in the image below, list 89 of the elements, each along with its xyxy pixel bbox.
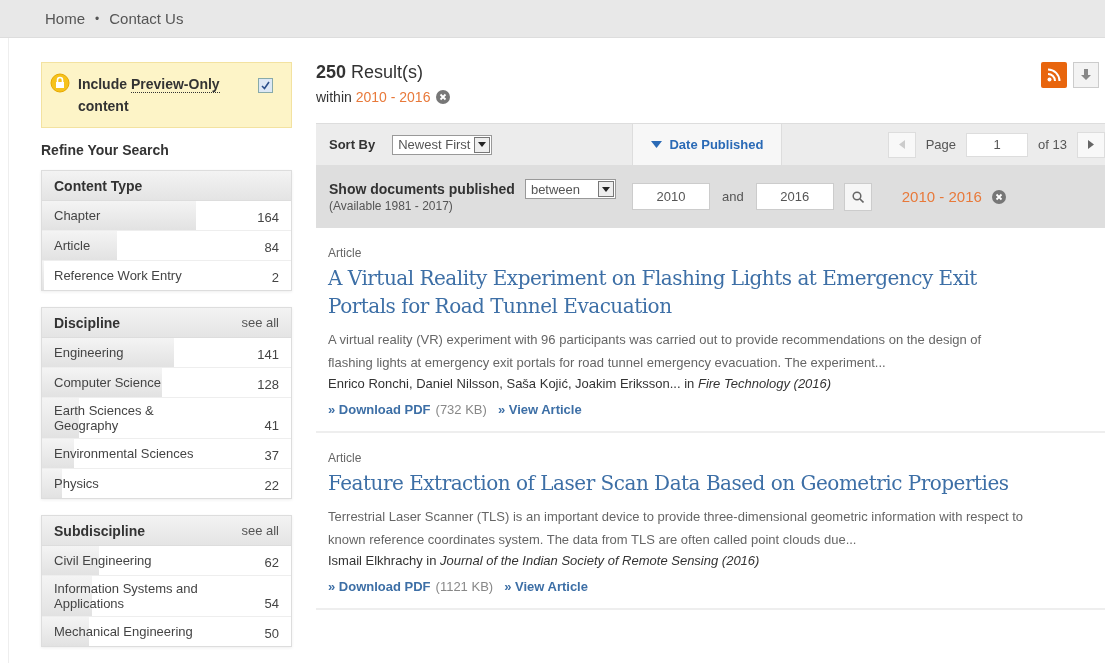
article-title[interactable]: Feature Extraction of Laser Scan Data Based on Geometric Properties [328, 469, 1038, 497]
facet-item[interactable]: Article 84 [42, 231, 291, 261]
article-snippet: A virtual reality (VR) experiment with 96 participants was carried out to provide recommendations on the design of flashing lights at emergency exit portals for road tunnel emergency evacuation. The experiment... [328, 331, 983, 372]
facet-label: Reference Work Entry [54, 268, 183, 283]
preview-label: Include Preview-Only content [78, 75, 221, 116]
article-title[interactable]: A Virtual Reality Experiment on Flashing Lights at Emergency Exit Portals for Road Tunnel Evacuation [328, 264, 1038, 320]
right-triangle-icon [1088, 140, 1094, 149]
refine-title: Refine Your Search [41, 142, 170, 158]
facet-count: 50 [264, 626, 279, 641]
facet-count: 84 [264, 240, 279, 255]
facet-item[interactable]: Chapter 164 [42, 201, 291, 231]
facet-count: 37 [264, 448, 279, 463]
facet-count: 141 [257, 347, 279, 362]
rss-icon [1047, 68, 1061, 82]
page-field[interactable]: 1 [966, 132, 1029, 157]
download-pdf-link[interactable]: » Download PDF [328, 402, 431, 417]
sort-tab[interactable]: Date Published [632, 124, 783, 165]
facet-label: Environmental Sciences [54, 446, 195, 461]
facet-title: Discipline [54, 314, 121, 331]
file-size: (732 KB) [435, 402, 487, 417]
facet-title: Subdiscipline [54, 522, 145, 539]
result-count: 250 Result(s) [316, 62, 425, 83]
facet-item[interactable]: Civil Engineering 62 [42, 546, 291, 576]
facet-label: Earth Sciences & Geography [54, 403, 155, 433]
caret-icon [651, 141, 663, 148]
facet-count: 128 [257, 377, 279, 392]
facet-label: Computer Science [54, 375, 162, 390]
facet-item[interactable]: Mechanical Engineering 50 [42, 617, 291, 646]
article-authors: Enrico Ronchi, Daniel Nilsson, Saša Kojić, Joakim Eriksson... in Fire Technology (2016) [328, 375, 833, 393]
article-authors: Ismail Elkhrachy in Journal of the Indian Society of Remote Sensing (2016) [328, 552, 761, 570]
facet-title: Content Type [54, 177, 143, 194]
facet-item[interactable]: Reference Work Entry 2 [42, 261, 291, 290]
nav-link[interactable]: Contact Us [109, 10, 184, 27]
lock-icon [50, 73, 70, 93]
page-label: Page [925, 137, 957, 152]
facet-label: Chapter [54, 208, 102, 223]
facet-count: 62 [264, 555, 279, 570]
within-label: within 2010 - 2016 [316, 89, 431, 105]
facet-count: 164 [257, 210, 279, 225]
facet-count: 54 [264, 596, 279, 611]
preview-checkbox[interactable] [258, 78, 273, 93]
facet-item[interactable]: Information Systems and Applications 54 [42, 576, 291, 617]
facet-item[interactable]: Engineering 141 [42, 338, 291, 368]
facet-item[interactable]: Computer Science 128 [42, 368, 291, 398]
next-page-button[interactable] [1077, 131, 1105, 158]
active-range: 2010 - 2016 [901, 188, 982, 205]
article-type: Article [328, 246, 363, 260]
clear-icon[interactable] [436, 90, 451, 104]
facet-label: Physics [54, 476, 100, 491]
facet-count: 41 [264, 418, 279, 433]
file-size: (1121 KB) [435, 579, 494, 594]
nav-link[interactable]: Home [45, 10, 85, 27]
search-icon [851, 190, 864, 203]
nav-separator: • [95, 11, 100, 26]
and-label: and [722, 189, 744, 204]
see-all-link[interactable]: see all [241, 315, 279, 330]
caret-icon [602, 186, 611, 192]
down-arrow-icon [1081, 69, 1091, 81]
see-all-link[interactable]: see all [241, 523, 279, 538]
view-article-link[interactable]: » View Article [504, 579, 588, 594]
search-button[interactable] [843, 182, 872, 211]
facet-item[interactable]: Environmental Sciences 37 [42, 439, 291, 469]
left-triangle-icon [898, 140, 905, 149]
facet-count: 22 [264, 478, 279, 493]
facet-count: 2 [271, 270, 279, 285]
date-filter-label: Show documents published [329, 180, 515, 197]
clear-icon[interactable] [991, 189, 1006, 204]
start-year-field[interactable]: 2010 [632, 183, 711, 210]
view-article-link[interactable]: » View Article [497, 402, 582, 417]
sort-label: Sort By [329, 137, 376, 152]
sort-select[interactable]: Newest First [392, 134, 493, 155]
caret-icon [478, 142, 487, 147]
preview-link[interactable]: Preview-Only [130, 76, 220, 93]
facet-label: Engineering [54, 345, 125, 360]
facet-item[interactable]: Earth Sciences & Geography 41 [42, 398, 291, 439]
facet-label: Information Systems and Applications [54, 581, 199, 611]
facet-label: Mechanical Engineering [54, 624, 194, 639]
facet-label: Article [54, 238, 92, 253]
article-snippet: Terrestrial Laser Scanner (TLS) is an important device to provide three-dimensional geometric information with respect to known reference coordinates system. The data from TLS are often called point clouds due... [328, 508, 1025, 549]
facet-label: Civil Engineering [54, 553, 153, 568]
range-mode-select[interactable]: between [524, 179, 617, 199]
article-type: Article [328, 451, 363, 465]
download-button[interactable] [1073, 62, 1099, 88]
rss-button[interactable] [1041, 62, 1067, 88]
facet-item[interactable]: Physics 22 [42, 469, 291, 498]
available-range: (Available 1981 - 2017) [329, 198, 454, 213]
end-year-field[interactable]: 2016 [755, 183, 834, 210]
page-total: of 13 [1038, 137, 1067, 152]
download-pdf-link[interactable]: » Download PDF [328, 579, 431, 594]
